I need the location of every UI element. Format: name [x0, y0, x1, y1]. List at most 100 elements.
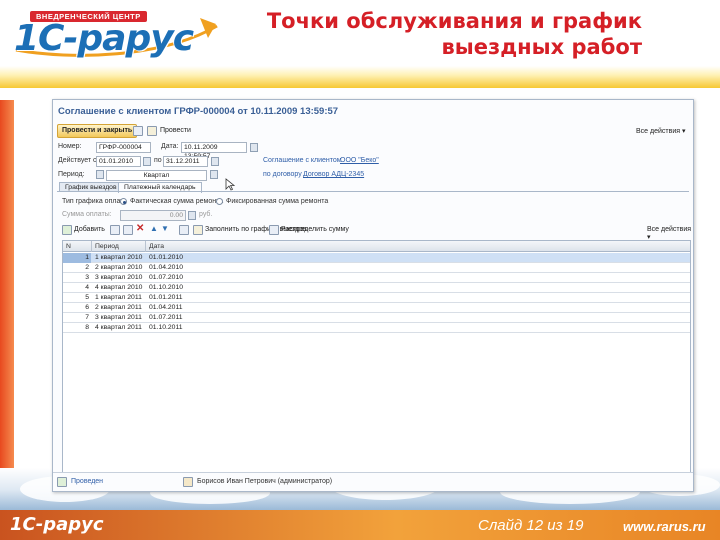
cell-n: 5 [85, 294, 89, 301]
slide-title-line2: выездных работ [441, 35, 642, 59]
column-header-n[interactable]: N [63, 241, 92, 252]
table-row[interactable]: 6 2 квартал 2011 01.04.2011 [63, 303, 690, 313]
cell-date: 01.04.2010 [149, 264, 184, 271]
cell-period: 2 квартал 2010 [95, 264, 143, 271]
document-window: Соглашение с клиентом ГРФР-000004 от 10.… [52, 99, 694, 492]
radio-actual-amount[interactable] [120, 198, 127, 205]
move-up-icon[interactable]: ▲ [150, 224, 158, 233]
post-and-close-button[interactable]: Провести и закрыть [57, 124, 138, 138]
document-state: Проведен [71, 478, 104, 485]
column-header-date[interactable]: Дата [146, 241, 691, 252]
cell-n: 1 [85, 254, 89, 261]
distribute-icon[interactable] [269, 225, 279, 235]
valid-to-field[interactable]: 31.12.2011 [163, 156, 208, 167]
main-toolbar: Провести и закрыть Провести Все действия… [53, 122, 693, 138]
option-actual-label: Фактическая сумма ремонта [130, 198, 224, 205]
table-row[interactable]: 3 3 квартал 2010 01.07.2010 [63, 273, 690, 283]
mouse-cursor-icon [225, 178, 235, 191]
cell-date: 01.07.2010 [149, 274, 184, 281]
payment-calendar-table: N Период Дата 1 1 квартал 2010 01.01.2010 2… [62, 240, 691, 473]
cell-period: 1 квартал 2010 [95, 254, 143, 261]
contract-label: по договору [263, 171, 302, 178]
sort-icon[interactable] [179, 225, 189, 235]
number-field[interactable]: ГРФР-000004 [96, 142, 151, 153]
grid-all-actions-menu[interactable]: Все действия ▾ [647, 226, 693, 241]
top-stripe [0, 66, 720, 88]
save-icon[interactable] [133, 126, 143, 136]
fill-schedule-icon[interactable] [193, 225, 203, 235]
table-row[interactable]: 2 2 квартал 2010 01.04.2010 [63, 263, 690, 273]
column-header-period[interactable]: Период [92, 241, 146, 252]
amount-field[interactable]: 0.00 [120, 210, 186, 221]
add-icon[interactable] [62, 225, 72, 235]
period-prev-icon[interactable] [96, 170, 104, 179]
table-row[interactable]: 5 1 квартал 2011 01.01.2011 [63, 293, 690, 303]
cell-period: 4 квартал 2011 [95, 324, 142, 331]
cell-date: 01.01.2011 [149, 294, 183, 301]
responsible-user: Борисов Иван Петрович (администратор) [197, 478, 333, 485]
payment-type-label: Тип графика оплат: [62, 198, 126, 205]
table-row[interactable]: 7 3 квартал 2011 01.07.2011 [63, 313, 690, 323]
option-fixed-label: Фиксированная сумма ремонта [226, 198, 329, 205]
edit-icon[interactable] [123, 225, 133, 235]
to-label: по [154, 157, 162, 164]
cell-n: 7 [85, 314, 89, 321]
slide-number: Слайд 12 из 19 [478, 517, 584, 534]
left-accent-bar [0, 100, 14, 495]
table-row[interactable]: 8 4 квартал 2011 01.10.2011 [63, 323, 690, 333]
post-icon[interactable] [147, 126, 157, 136]
cell-n: 3 [85, 274, 89, 281]
slide-title: Точки обслуживания и график выездных раб… [222, 8, 642, 60]
cell-period: 3 квартал 2010 [95, 274, 143, 281]
post-button[interactable]: Провести [160, 127, 191, 134]
contract-link[interactable]: Договор АДЦ-2345 [303, 171, 364, 178]
valid-to-calendar-icon[interactable] [211, 157, 219, 166]
cell-n: 4 [85, 284, 89, 291]
cell-date: 01.04.2011 [149, 304, 183, 311]
date-calendar-icon[interactable] [250, 143, 258, 152]
cell-period: 4 квартал 2010 [95, 284, 143, 291]
footer-strip [0, 510, 720, 540]
posted-icon [57, 477, 67, 487]
cell-date: 01.10.2010 [149, 284, 184, 291]
amount-calc-icon[interactable] [188, 211, 196, 220]
user-icon [183, 477, 193, 487]
radio-fixed-amount[interactable] [216, 198, 223, 205]
cell-n: 2 [85, 264, 89, 271]
cell-period: 3 квартал 2011 [95, 314, 142, 321]
valid-from-field[interactable]: 01.01.2010 [96, 156, 141, 167]
table-header: N Период Дата [63, 241, 690, 252]
table-row[interactable]: 4 4 квартал 2010 01.10.2010 [63, 283, 690, 293]
footer-logo: 1С-рарус [10, 514, 104, 535]
date-label: Дата: [161, 143, 179, 150]
delete-icon[interactable]: ✕ [136, 223, 144, 234]
distribute-amount-button[interactable]: Распределить сумму [281, 226, 349, 233]
cell-date: 01.10.2011 [149, 324, 183, 331]
period-field[interactable]: Квартал [106, 170, 207, 181]
cell-date: 01.07.2011 [149, 314, 183, 321]
date-field[interactable]: 10.11.2009 13:59:57 [181, 142, 247, 160]
cell-date: 01.01.2010 [149, 254, 184, 261]
period-next-icon[interactable] [210, 170, 218, 179]
valid-from-label: Действует с: [58, 157, 99, 164]
period-label: Период: [58, 171, 85, 178]
add-button[interactable]: Добавить [74, 226, 105, 233]
all-actions-menu[interactable]: Все действия ▾ [636, 127, 685, 135]
cell-period: 1 квартал 2011 [95, 294, 142, 301]
cell-n: 8 [85, 324, 89, 331]
website-link[interactable]: www.rarus.ru [623, 519, 706, 534]
table-row[interactable]: 1 1 квартал 2010 01.01.2010 [63, 253, 690, 263]
cell-period: 2 квартал 2011 [95, 304, 142, 311]
slide-title-line1: Точки обслуживания и график [266, 9, 642, 33]
tabs-divider [57, 191, 689, 192]
currency-label: руб. [199, 211, 213, 218]
status-bar: Проведен Борисов Иван Петрович (админист… [53, 472, 693, 492]
number-label: Номер: [58, 143, 82, 150]
copy-icon[interactable] [110, 225, 120, 235]
window-title: Соглашение с клиентом ГРФР-000004 от 10.… [58, 106, 339, 117]
agreement-client-link[interactable]: ООО "Беко" [340, 157, 379, 164]
cell-n: 6 [85, 304, 89, 311]
agreement-label: Соглашение с клиентом [263, 157, 342, 164]
rarus-logo: ВНЕДРЕНЧЕСКИЙ ЦЕНТР 1С-рарус [12, 8, 222, 59]
valid-from-calendar-icon[interactable] [143, 157, 151, 166]
